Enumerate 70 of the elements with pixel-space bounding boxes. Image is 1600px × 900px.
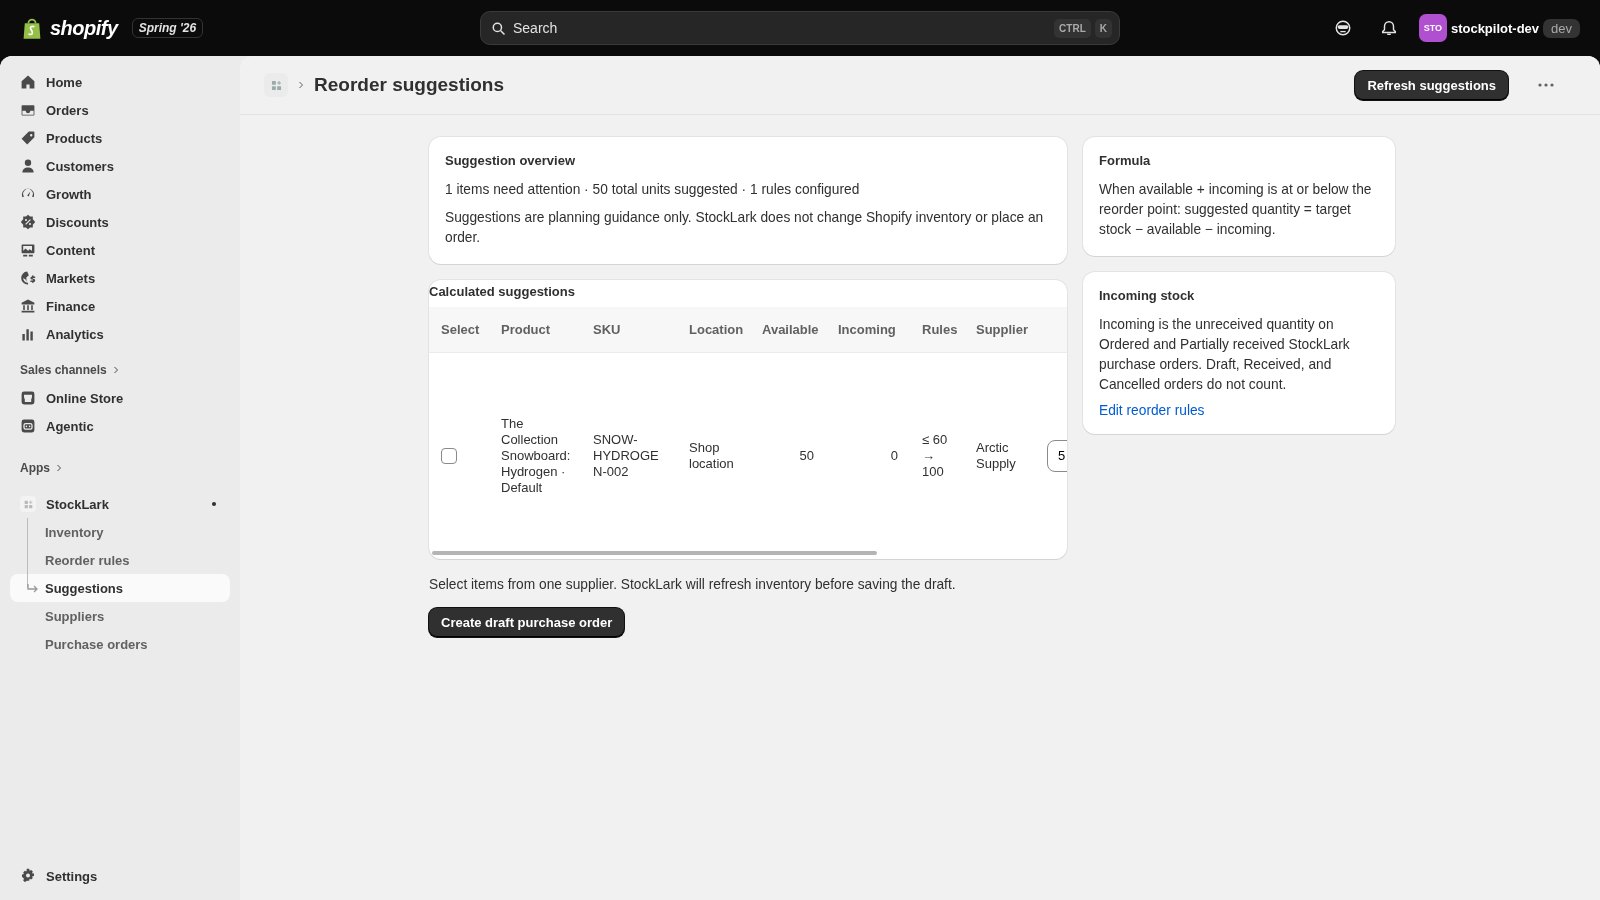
more-icon [1538,83,1554,87]
nav-item[interactable]: Content [10,236,230,264]
masked-face-icon [1333,19,1352,37]
nav-item[interactable]: Agentic [10,412,230,440]
app-grid-icon [269,78,283,92]
page-title: Reorder suggestions [314,74,505,96]
card-title: Formula [1099,153,1152,168]
table-cell: ≤ 60 → 100 [910,352,964,558]
nav-item[interactable]: Products [10,124,230,152]
nav-item[interactable]: Growth [10,180,230,208]
search-icon [491,21,506,36]
shortcut-key: CTRL [1054,19,1091,38]
section-heading[interactable]: Apps [10,454,230,482]
card-text: When available + incoming is at or below the reorder point: suggested quantity = target stock − available − incoming. [1099,181,1373,239]
nav-item[interactable]: Analytics [10,320,230,348]
globe-dollar-icon [20,270,36,286]
logo-text[interactable]: shopify [50,16,118,40]
app-subnav-item[interactable]: Suppliers [10,602,230,630]
chevron-right-icon [296,80,306,90]
helper-text: Select items from one supplier. StockLark will refresh inventory before saving the draft. [429,577,957,592]
bell-icon [1379,19,1398,37]
nav-item[interactable]: Discounts [10,208,230,236]
app-subnav-item[interactable]: Reorder rules [10,546,230,574]
app-subnav-item[interactable]: Inventory [10,518,230,546]
table-cell: 50 [750,352,826,558]
environment-badge: dev [1543,18,1580,38]
bar-chart-icon [20,326,36,342]
status-dot [212,502,216,506]
card-title: Suggestion overview [445,153,577,168]
image-frame-icon [20,242,36,258]
section-heading[interactable]: Sales channels [10,356,230,384]
app-breadcrumb-button[interactable] [264,73,288,97]
robot-icon [20,418,36,434]
card-title: Incoming stock [1099,288,1196,303]
inbox-icon [20,102,36,118]
app-subnav-item[interactable]: Purchase orders [10,630,230,658]
nav-item[interactable]: Settings [10,862,230,890]
tag-icon [20,130,36,146]
table-cell: The Collection Snowboard: Hydrogen · Default [489,352,581,558]
refresh-button[interactable]: Refresh suggestions [1355,70,1508,100]
table-cell: 0 [826,352,910,558]
account-menu[interactable]: STO stockpilot-dev dev [1418,14,1580,42]
app-nav-item[interactable]: StockLark [46,496,109,512]
nav-item[interactable]: Finance [10,292,230,320]
bank-icon [20,298,36,314]
chevron-right-icon [54,463,64,473]
nav-item[interactable]: Customers [10,152,230,180]
nav-item[interactable]: Markets [10,264,230,292]
store-name: stockpilot-dev [1450,20,1540,36]
elbow-arrow-icon [27,583,38,594]
gear-icon [20,868,36,884]
card-text: Suggestions are planning guidance only. StockLark does not change Shopify inventory or place an order. [445,209,1045,247]
app-subnav-item[interactable]: Suggestions [10,574,230,602]
edit-rules-link[interactable]: Edit reorder rules [1099,403,1205,418]
app-grid-icon [22,498,34,510]
table-title: Calculated suggestions [429,283,576,301]
table-cell: Arctic Supply [964,352,1035,558]
card-text: Incoming is the unreceived quantity on Ordered and Partially received StockLark purchase orders. Draft, Received, and Cancelled orders do not count. [1099,316,1351,394]
home-icon [20,74,36,90]
percent-badge-icon [20,214,36,230]
store-avatar: STO [1418,14,1447,42]
person-icon [20,158,36,174]
table-cell: SNOW-HYDROGEN-002 [581,352,677,558]
nav-item[interactable]: Orders [10,96,230,124]
nav-item[interactable]: Online Store [10,384,230,412]
edition-badge: Spring '26 [131,18,204,38]
card-text: 1 items need attention · 50 total units suggested · 1 rules configured [445,181,861,199]
nav-item[interactable]: Home [10,68,230,96]
table-cell: Shop location [677,352,750,558]
storefront-icon [20,390,36,406]
